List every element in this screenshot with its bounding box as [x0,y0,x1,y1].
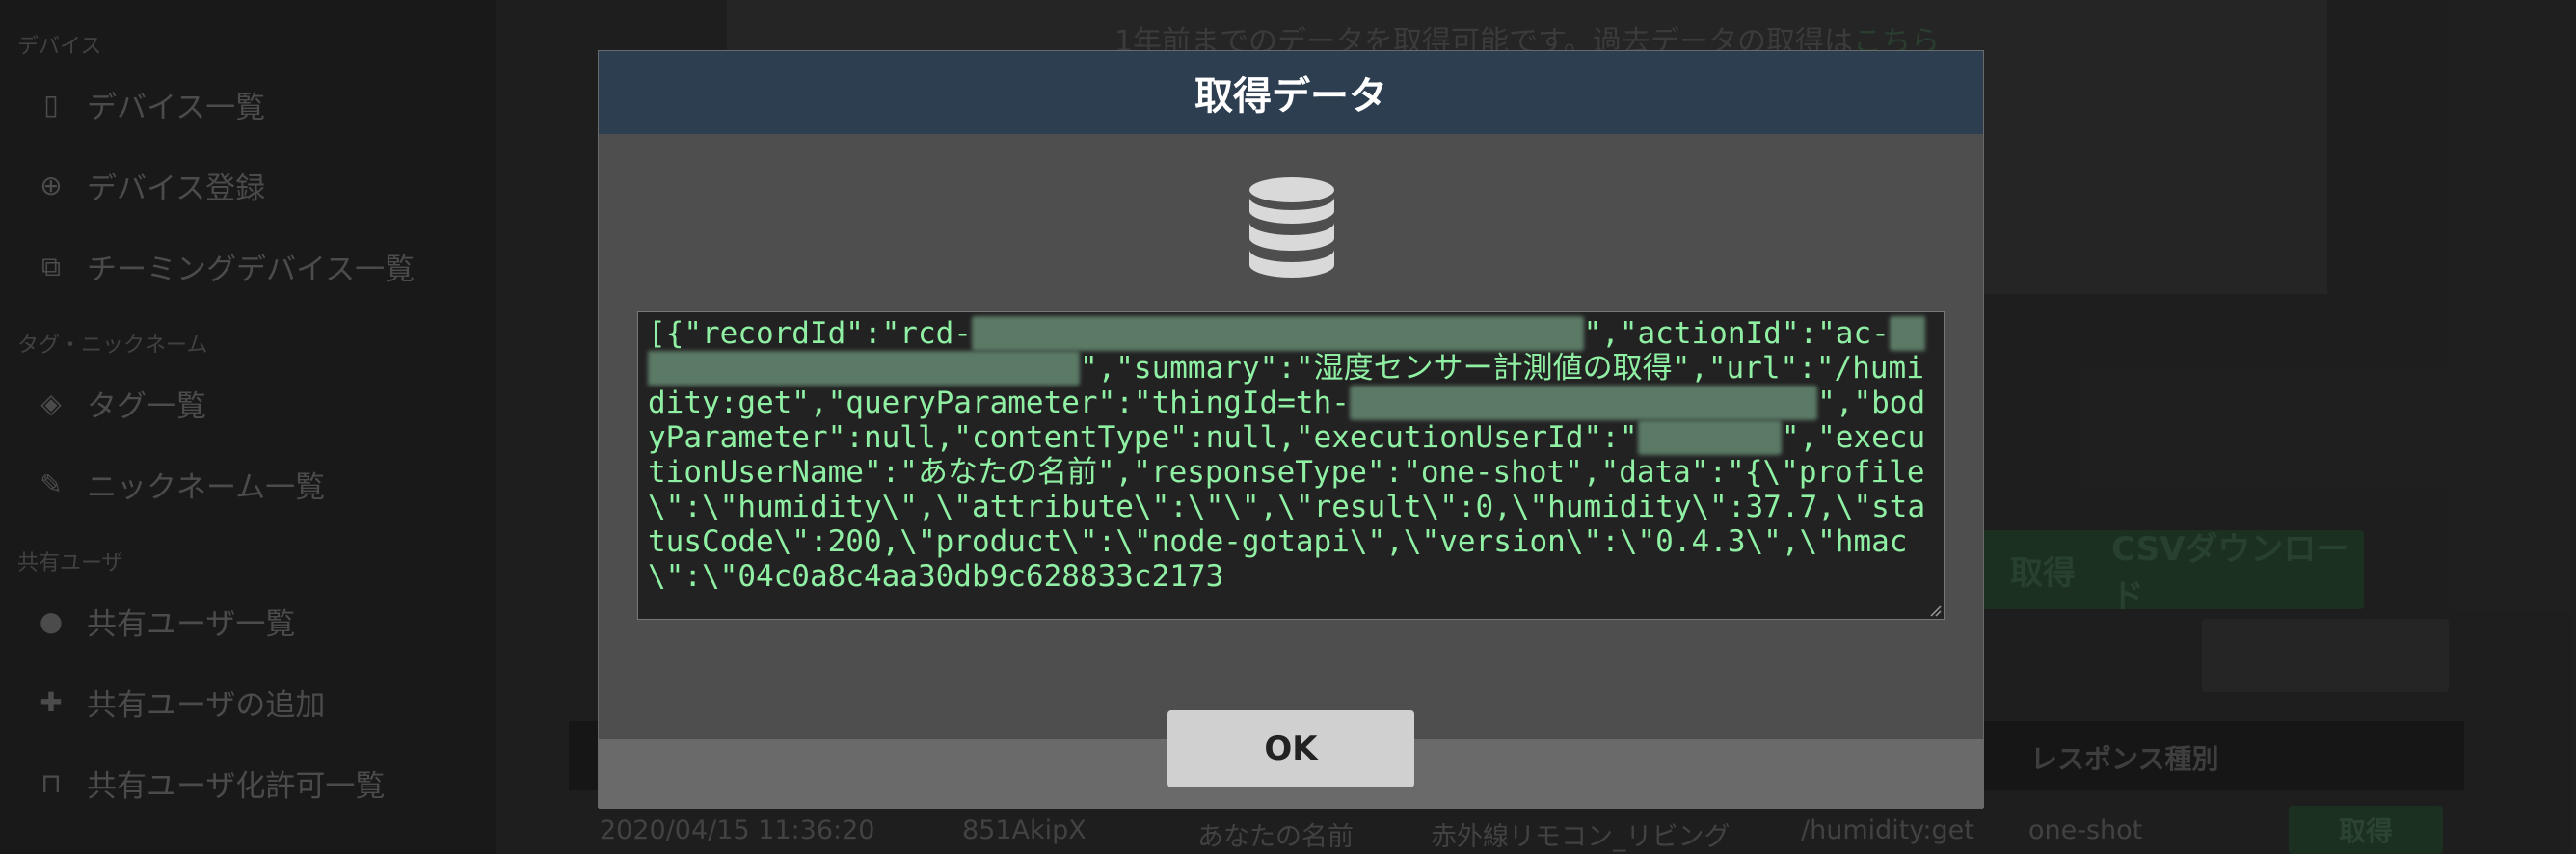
ok-button[interactable]: OK [1167,710,1414,787]
database-icon [1249,177,1334,278]
redacted-thing-id: xxxxxxxxxxxxxxxxxxxxxxxxxx [1349,386,1818,420]
modal-header: 取得データ [599,51,1983,134]
retrieved-data-modal: 取得データ [{"recordId":"rcd-xxxxxxxxxxxxxxxx… [598,50,1984,809]
json-data-text: [{"recordId":"rcd-xxxxxxxxxxxxxxxxxxxxxx… [648,316,1926,594]
modal-title: 取得データ [1194,74,1387,119]
redacted-record-id: xxxxxxxxxxxxxxxxxxxxxxxxxxxxxxxxxx [971,316,1584,351]
json-data-textarea[interactable]: [{"recordId":"rcd-xxxxxxxxxxxxxxxxxxxxxx… [637,311,1945,620]
resize-handle-icon[interactable] [1928,603,1942,617]
redacted-user-id: xxxxxxxx [1637,420,1782,455]
